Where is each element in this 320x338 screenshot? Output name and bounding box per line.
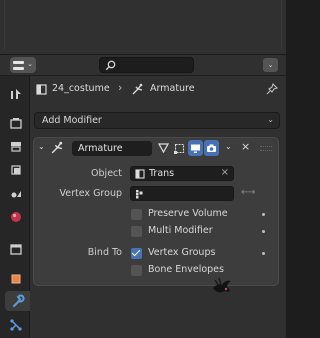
vertex-groups-box[interactable] <box>131 248 142 259</box>
modifier-wrench-icon <box>12 294 25 307</box>
tab-output[interactable] <box>4 136 28 156</box>
armature-icon <box>51 141 63 154</box>
scene-icon <box>11 191 21 198</box>
multi-modifier-label: Multi Modifier <box>148 225 213 236</box>
modifier-header: ⌄ Armature ⌄ × <box>34 140 280 158</box>
modifier-name-field[interactable]: Armature <box>72 141 152 156</box>
properties-tabs <box>0 76 30 338</box>
viewport-toggle[interactable] <box>188 140 203 156</box>
armature-icon <box>132 83 143 95</box>
editor-type-button[interactable]: ⌄ <box>10 57 36 73</box>
tab-world[interactable] <box>4 207 28 227</box>
object-value: Trans <box>149 168 175 179</box>
preserve-volume-label: Preserve Volume <box>148 208 228 219</box>
object-icon <box>36 84 47 95</box>
object-icon <box>135 169 145 179</box>
view-layer-icon <box>11 165 21 175</box>
particles-icon <box>10 319 22 331</box>
vertex-group-icon <box>136 190 143 199</box>
render-icon <box>10 118 22 129</box>
options-dropdown[interactable]: ⌄ <box>263 58 278 72</box>
breadcrumb-modifier: Armature <box>150 83 195 94</box>
invert-arrows-icon[interactable]: ⟷ <box>241 187 255 198</box>
bird-cursor-icon <box>213 277 231 293</box>
tab-object[interactable] <box>4 269 28 289</box>
breadcrumb-object: 24_costume <box>52 83 110 94</box>
tab-modifiers[interactable] <box>5 291 30 311</box>
keyframe-dot[interactable] <box>262 213 265 216</box>
world-icon <box>11 212 21 222</box>
drag-handle[interactable] <box>260 146 272 151</box>
preserve-volume-box[interactable] <box>131 209 142 220</box>
chevron-down-icon[interactable]: ⌄ <box>225 142 232 151</box>
top-area <box>0 0 286 55</box>
edit-cage-toggle[interactable] <box>156 140 171 156</box>
object-field[interactable]: Trans × <box>130 166 234 181</box>
chevron-down-icon: ⌄ <box>27 60 33 68</box>
camera-icon <box>207 144 216 152</box>
edit-mode-icon <box>174 143 185 154</box>
editor-type-icon <box>13 60 24 70</box>
monitor-icon <box>191 144 200 153</box>
chevron-right-icon: › <box>118 81 123 94</box>
tab-view-layer[interactable] <box>4 160 28 180</box>
collapse-icon[interactable]: ⌄ <box>38 142 45 151</box>
collection-icon <box>10 244 22 255</box>
armature-modifier-panel: ⌄ Armature ⌄ × Object Trans × Vertex Gro… <box>33 137 279 286</box>
keyframe-dot[interactable] <box>262 230 265 233</box>
add-modifier-dropdown[interactable]: Add Modifier ⌄ <box>34 112 280 129</box>
search-input[interactable] <box>99 57 194 73</box>
object-label: Object <box>91 168 122 179</box>
tab-scene[interactable] <box>4 184 28 204</box>
vertex-group-label: Vertex Group <box>59 188 122 199</box>
search-icon <box>105 60 116 71</box>
top-area-frame <box>4 0 282 50</box>
output-icon <box>11 142 21 152</box>
bind-to-label: Bind To <box>87 247 122 258</box>
clear-icon[interactable]: × <box>221 167 229 178</box>
keyframe-dot[interactable] <box>262 252 265 255</box>
vertex-group-field[interactable] <box>130 186 234 201</box>
chevron-down-icon: ⌄ <box>267 115 274 124</box>
render-toggle[interactable] <box>204 140 219 156</box>
pin-icon[interactable] <box>266 83 278 95</box>
multi-modifier-box[interactable] <box>131 226 142 237</box>
bone-envelopes-box[interactable] <box>131 265 142 276</box>
add-modifier-label: Add Modifier <box>42 115 102 126</box>
tab-render[interactable] <box>4 113 28 133</box>
properties-panel: 24_costume › Armature Add Modifier ⌄ ⌄ A… <box>30 76 286 338</box>
breadcrumb: 24_costume › Armature <box>30 80 286 100</box>
close-icon[interactable]: × <box>241 140 250 153</box>
tab-particles[interactable] <box>4 315 28 335</box>
object-icon <box>11 274 21 284</box>
tab-collection[interactable] <box>4 239 28 259</box>
tab-tool[interactable] <box>4 84 28 104</box>
tool-icon <box>11 89 21 99</box>
vertex-groups-label: Vertex Groups <box>148 247 216 258</box>
properties-header: ⌄ ⌄ <box>0 55 286 76</box>
edit-mode-toggle[interactable] <box>172 140 187 156</box>
vertex-triangle-icon <box>158 142 169 153</box>
